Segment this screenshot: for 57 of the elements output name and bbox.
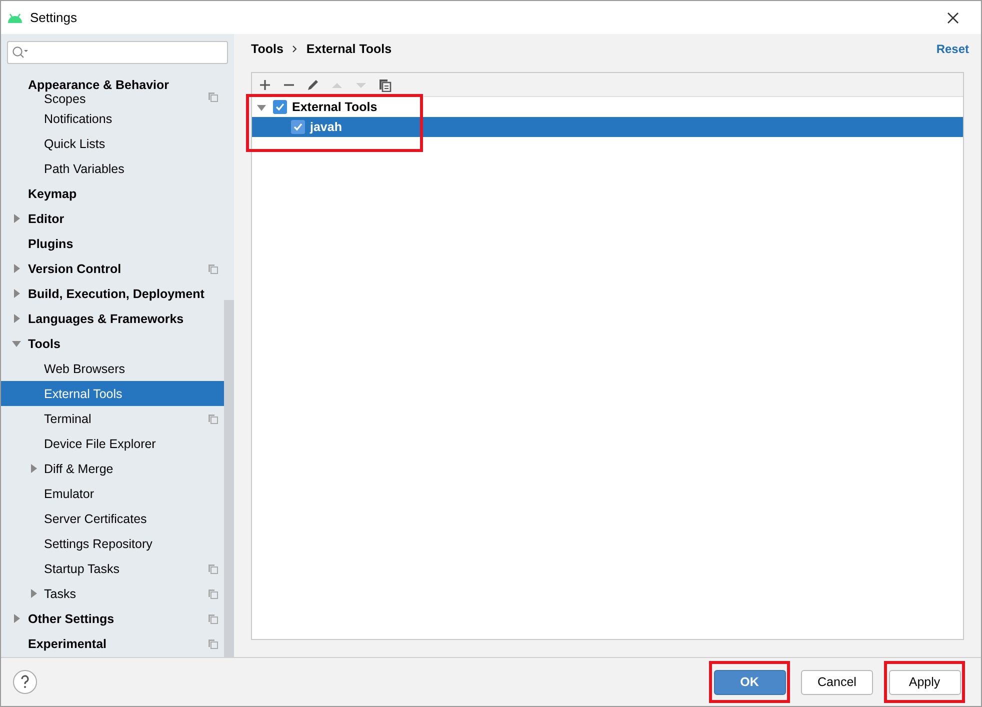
checkbox[interactable] (273, 100, 287, 114)
help-button[interactable] (13, 670, 37, 694)
ok-button[interactable]: OK (714, 670, 786, 694)
chevron-icon (292, 45, 298, 53)
sidebar-item[interactable]: Build, Execution, Deployment (1, 281, 224, 306)
sidebar-item[interactable]: Other Settings (1, 606, 224, 631)
question-icon (20, 675, 30, 689)
reset-link[interactable]: Reset (936, 40, 969, 58)
tree-row[interactable]: External Tools (252, 97, 963, 117)
sidebar-item[interactable]: Tools (1, 331, 224, 356)
sidebar-item[interactable]: Quick Lists (1, 131, 224, 156)
checkbox[interactable] (291, 120, 305, 134)
search-field[interactable] (7, 41, 228, 64)
window-title: Settings (30, 8, 77, 27)
sidebar-item[interactable]: Keymap (1, 181, 224, 206)
pencil-icon[interactable] (306, 78, 320, 92)
sidebar-item[interactable]: Terminal (1, 406, 224, 431)
sidebar-item[interactable]: Notifications (1, 106, 224, 131)
scrollbar[interactable] (224, 300, 234, 657)
close-icon (947, 12, 959, 24)
sidebar-item[interactable]: External Tools (1, 381, 224, 406)
arrow-icon[interactable] (11, 288, 21, 298)
sidebar-item[interactable]: Languages & Frameworks (1, 306, 224, 331)
sidebar-item[interactable]: Plugins (1, 231, 224, 256)
tree-row[interactable]: javah (252, 117, 963, 137)
sidebar-item[interactable]: Experimental (1, 631, 224, 656)
sidebar-item[interactable]: Startup Tasks (1, 556, 224, 581)
sidebar-item[interactable]: Device File Explorer (1, 431, 224, 456)
breadcrumb-item[interactable]: External Tools (306, 40, 392, 58)
android-icon (7, 12, 23, 23)
search-icon (12, 46, 29, 59)
dialog-button[interactable]: Cancel (801, 670, 873, 694)
sidebar-item[interactable]: Scopes (1, 92, 224, 106)
sidebar-item[interactable]: Settings Repository (1, 531, 224, 556)
arrow-icon[interactable] (256, 102, 266, 112)
add-icon[interactable] (258, 78, 272, 92)
sidebar-item[interactable]: Appearance & Behavior (1, 72, 224, 92)
dialog-button[interactable]: Apply (888, 670, 960, 694)
arrow-icon[interactable] (11, 338, 21, 348)
arrow-icon[interactable] (28, 588, 38, 598)
sidebar-item[interactable]: Server Certificates (1, 506, 224, 531)
arrow-icon[interactable] (11, 214, 21, 224)
sidebar-item[interactable]: Path Variables (1, 156, 224, 181)
arrow-icon[interactable] (11, 614, 21, 624)
arrow-icon[interactable] (28, 464, 38, 474)
sidebar-item[interactable]: Web Browsers (1, 356, 224, 381)
sidebar-item[interactable]: Version Control (1, 256, 224, 281)
arrow-icon[interactable] (11, 264, 21, 274)
breadcrumb-item[interactable]: Tools (251, 40, 284, 58)
sidebar-item[interactable]: Tasks (1, 581, 224, 606)
sidebar-item[interactable]: Emulator (1, 481, 224, 506)
tree-label: javah (310, 118, 342, 136)
sidebar-item[interactable]: Editor (1, 206, 224, 231)
tree-label: External Tools (292, 98, 378, 116)
copy-icon[interactable] (378, 78, 392, 92)
sidebar-item[interactable]: Diff & Merge (1, 456, 224, 481)
arrow-icon[interactable] (11, 314, 21, 324)
